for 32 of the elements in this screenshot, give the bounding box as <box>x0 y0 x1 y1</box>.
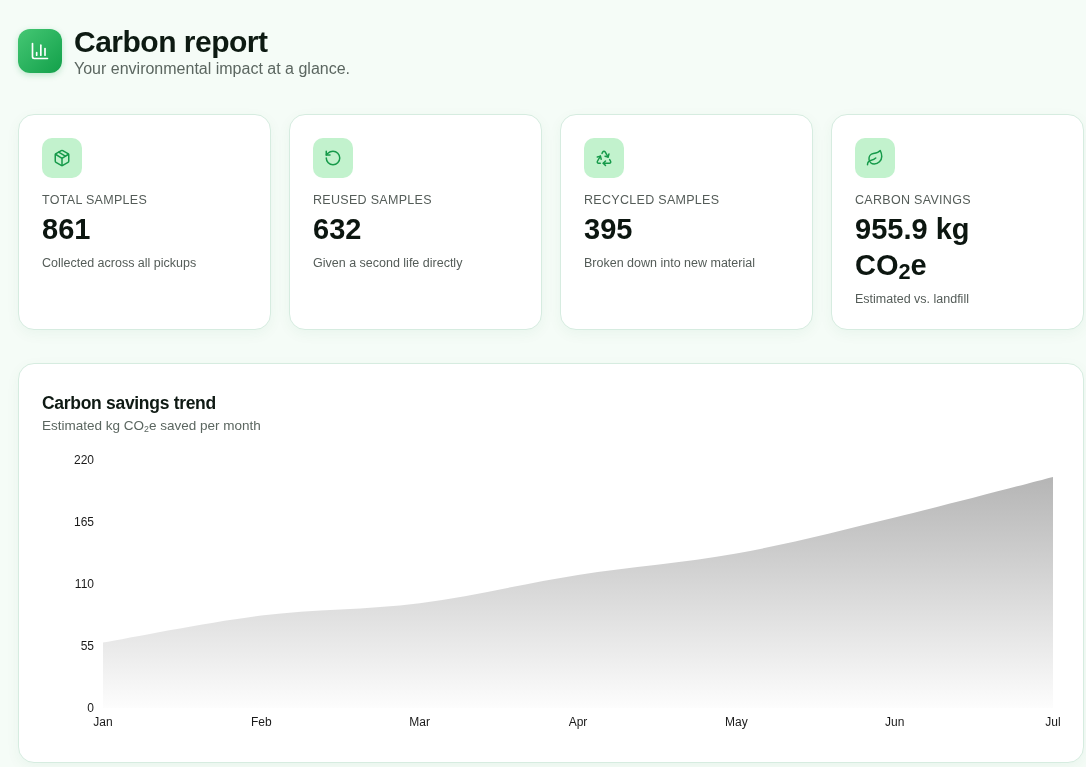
stat-value: 861 <box>42 212 92 247</box>
page-subtitle: Your environmental impact at a glance. <box>74 59 350 79</box>
y-axis-label: 110 <box>74 577 94 591</box>
stat-label: RECYCLED SAMPLES <box>584 192 721 209</box>
stat-description: Given a second life directly <box>313 255 464 272</box>
recycle-icon <box>584 138 624 178</box>
box-icon <box>42 138 82 178</box>
page-title: Carbon report <box>74 25 269 59</box>
stat-description: Estimated vs. landfill <box>855 291 970 308</box>
bar-chart-icon <box>18 29 62 73</box>
stat-label: CARBON SAVINGS <box>855 192 972 209</box>
y-axis-label: 165 <box>73 515 94 529</box>
y-axis-label: 220 <box>73 453 94 467</box>
stat-value: 955.9 kg CO$_{2}$e <box>855 212 971 283</box>
stat-description: Broken down into new material <box>584 255 756 272</box>
chart-title: Carbon savings trend <box>42 392 217 414</box>
stat-label: TOTAL SAMPLES <box>42 192 149 209</box>
y-axis-label: 0 <box>87 701 94 715</box>
chart-subtitle: Estimated kg CO$_{2}$e saved per month <box>42 417 262 436</box>
x-axis-label: Jan <box>93 715 113 729</box>
y-axis-label: 55 <box>80 639 94 653</box>
x-axis-label: Mar <box>409 715 430 729</box>
leaf-icon <box>855 138 895 178</box>
stat-value: 395 <box>584 212 634 247</box>
stat-label: REUSED SAMPLES <box>313 192 433 209</box>
stat-description: Collected across all pickups <box>42 255 198 272</box>
x-axis-label: Jul <box>1045 715 1060 729</box>
x-axis-label: Apr <box>568 715 588 729</box>
stat-value: 632 <box>313 212 363 247</box>
x-axis-label: Feb <box>251 715 272 729</box>
x-axis-label: May <box>725 715 748 729</box>
x-axis-label: Jun <box>885 715 905 729</box>
